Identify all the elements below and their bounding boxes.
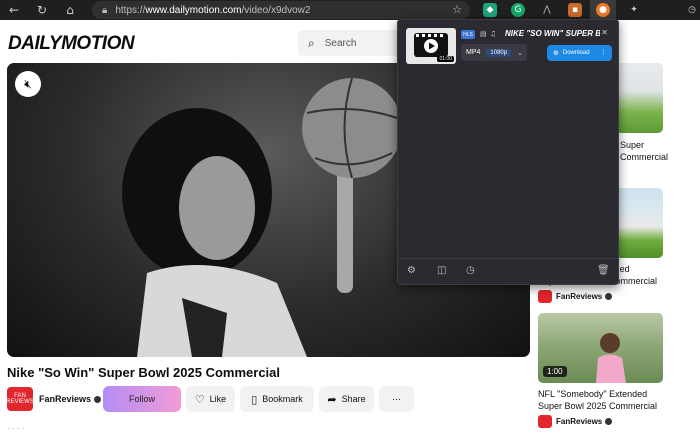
- lock-icon: 🔒︎: [102, 4, 108, 16]
- recommendation-channel[interactable]: FanReviews: [538, 415, 613, 428]
- recommendation-title[interactable]: NFL "Somebody" Extended Super Bowl 2025 …: [538, 388, 663, 412]
- music-icon: ♫: [490, 30, 497, 38]
- media-thumbnail: 01:00: [406, 28, 456, 64]
- recommendation-thumbnail[interactable]: [616, 63, 663, 133]
- channel-name[interactable]: FanReviews: [39, 394, 91, 404]
- download-label: Download: [562, 50, 590, 56]
- verified-icon: [605, 293, 613, 300]
- home-icon[interactable]: ⌂: [59, 0, 81, 20]
- downloader-popup[interactable]: 01:00 HLS ▤ ♫ NIKE "SO WIN" SUPER B... ✕…: [397, 19, 619, 285]
- thumbnail-duration: 01:00: [437, 56, 454, 62]
- grammarly-extension-icon[interactable]: G: [511, 3, 525, 17]
- reload-icon[interactable]: ↻: [31, 0, 53, 20]
- channel-avatar[interactable]: FAN REVIEWS: [6, 387, 34, 411]
- more-options-button[interactable]: ⋯: [379, 386, 414, 412]
- verified-icon: [605, 418, 613, 425]
- download-icon: ⊕: [553, 49, 559, 57]
- recommendation-title[interactable]: Super Commercial: [620, 139, 668, 163]
- format-label: MP4: [466, 49, 481, 56]
- recommendation-thumbnail[interactable]: 1:00: [538, 313, 663, 383]
- downloader-extension-icon[interactable]: ●: [596, 3, 610, 17]
- extension-icon[interactable]: ▪: [568, 3, 582, 17]
- mute-toggle-icon[interactable]: 🔇︎: [15, 71, 41, 97]
- download-button[interactable]: ⊕ Download ⋮: [547, 45, 612, 61]
- bookmark-label: Bookmark: [262, 394, 303, 404]
- recommendation-thumbnail[interactable]: [616, 188, 663, 258]
- description-partial: · · · ·: [7, 424, 25, 433]
- share-label: Share: [341, 394, 366, 404]
- subtitle-icon: ▤: [480, 30, 487, 38]
- format-quality-select[interactable]: MP4 1080p ⌄: [461, 44, 527, 61]
- more-options-icon[interactable]: ⋮: [600, 48, 607, 56]
- follow-button[interactable]: Follow: [103, 386, 181, 412]
- site-logo[interactable]: DAILYMOTION: [8, 33, 135, 55]
- popup-footer: ⚙ ◫ ◷ 🗑︎: [398, 258, 618, 284]
- recommendation-channel[interactable]: FanReviews: [538, 290, 613, 303]
- puzzle-icon[interactable]: ✦: [627, 3, 641, 17]
- search-placeholder: Search: [324, 37, 357, 49]
- bookmark-star-icon[interactable]: ☆: [452, 3, 462, 16]
- hls-badge: HLS: [461, 30, 475, 39]
- channel-info[interactable]: FAN REVIEWS FanReviews: [6, 386, 102, 412]
- quality-label: 1080p: [486, 48, 512, 57]
- settings-icon[interactable]: ⚙: [407, 265, 416, 276]
- extension-icon[interactable]: ⋀: [540, 3, 554, 17]
- search-input[interactable]: ⌕ Search: [298, 30, 408, 56]
- more-label: ⋯: [392, 393, 401, 404]
- address-bar[interactable]: 🔒︎ https://www.dailymotion.com/video/x9d…: [92, 1, 470, 19]
- like-label: Like: [209, 394, 227, 404]
- follow-label: Follow: [128, 394, 155, 404]
- bookmark-icon: ▯: [251, 392, 258, 406]
- share-icon: ➦: [327, 392, 337, 406]
- trash-icon[interactable]: 🗑︎: [597, 265, 610, 276]
- channel-avatar: [538, 415, 552, 428]
- share-button[interactable]: ➦ Share: [319, 386, 374, 412]
- bookmark-button[interactable]: ▯ Bookmark: [240, 386, 314, 412]
- download-item: 01:00 HLS ▤ ♫ NIKE "SO WIN" SUPER B... ✕…: [404, 26, 614, 68]
- chevron-down-icon: ⌄: [517, 48, 523, 57]
- history-icon[interactable]: ◷: [685, 3, 699, 17]
- address-url: https://www.dailymotion.com/video/x9dvow…: [115, 4, 311, 16]
- shield-extension-icon[interactable]: ◆: [483, 3, 497, 17]
- back-arrow-icon[interactable]: ←: [3, 0, 25, 20]
- heart-icon: ♡: [194, 392, 205, 406]
- channel-avatar: [538, 290, 552, 303]
- search-icon: ⌕: [308, 35, 315, 50]
- verified-icon: [94, 395, 102, 403]
- video-duration: 1:00: [543, 366, 567, 377]
- sidebar-icon[interactable]: ◫: [437, 265, 446, 276]
- like-button[interactable]: ♡ Like: [186, 386, 235, 412]
- close-icon[interactable]: ✕: [601, 28, 608, 37]
- download-item-title: NIKE "SO WIN" SUPER B...: [505, 29, 600, 38]
- history-icon[interactable]: ◷: [466, 265, 475, 276]
- video-title: Nike "So Win" Super Bowl 2025 Commercial: [7, 365, 281, 380]
